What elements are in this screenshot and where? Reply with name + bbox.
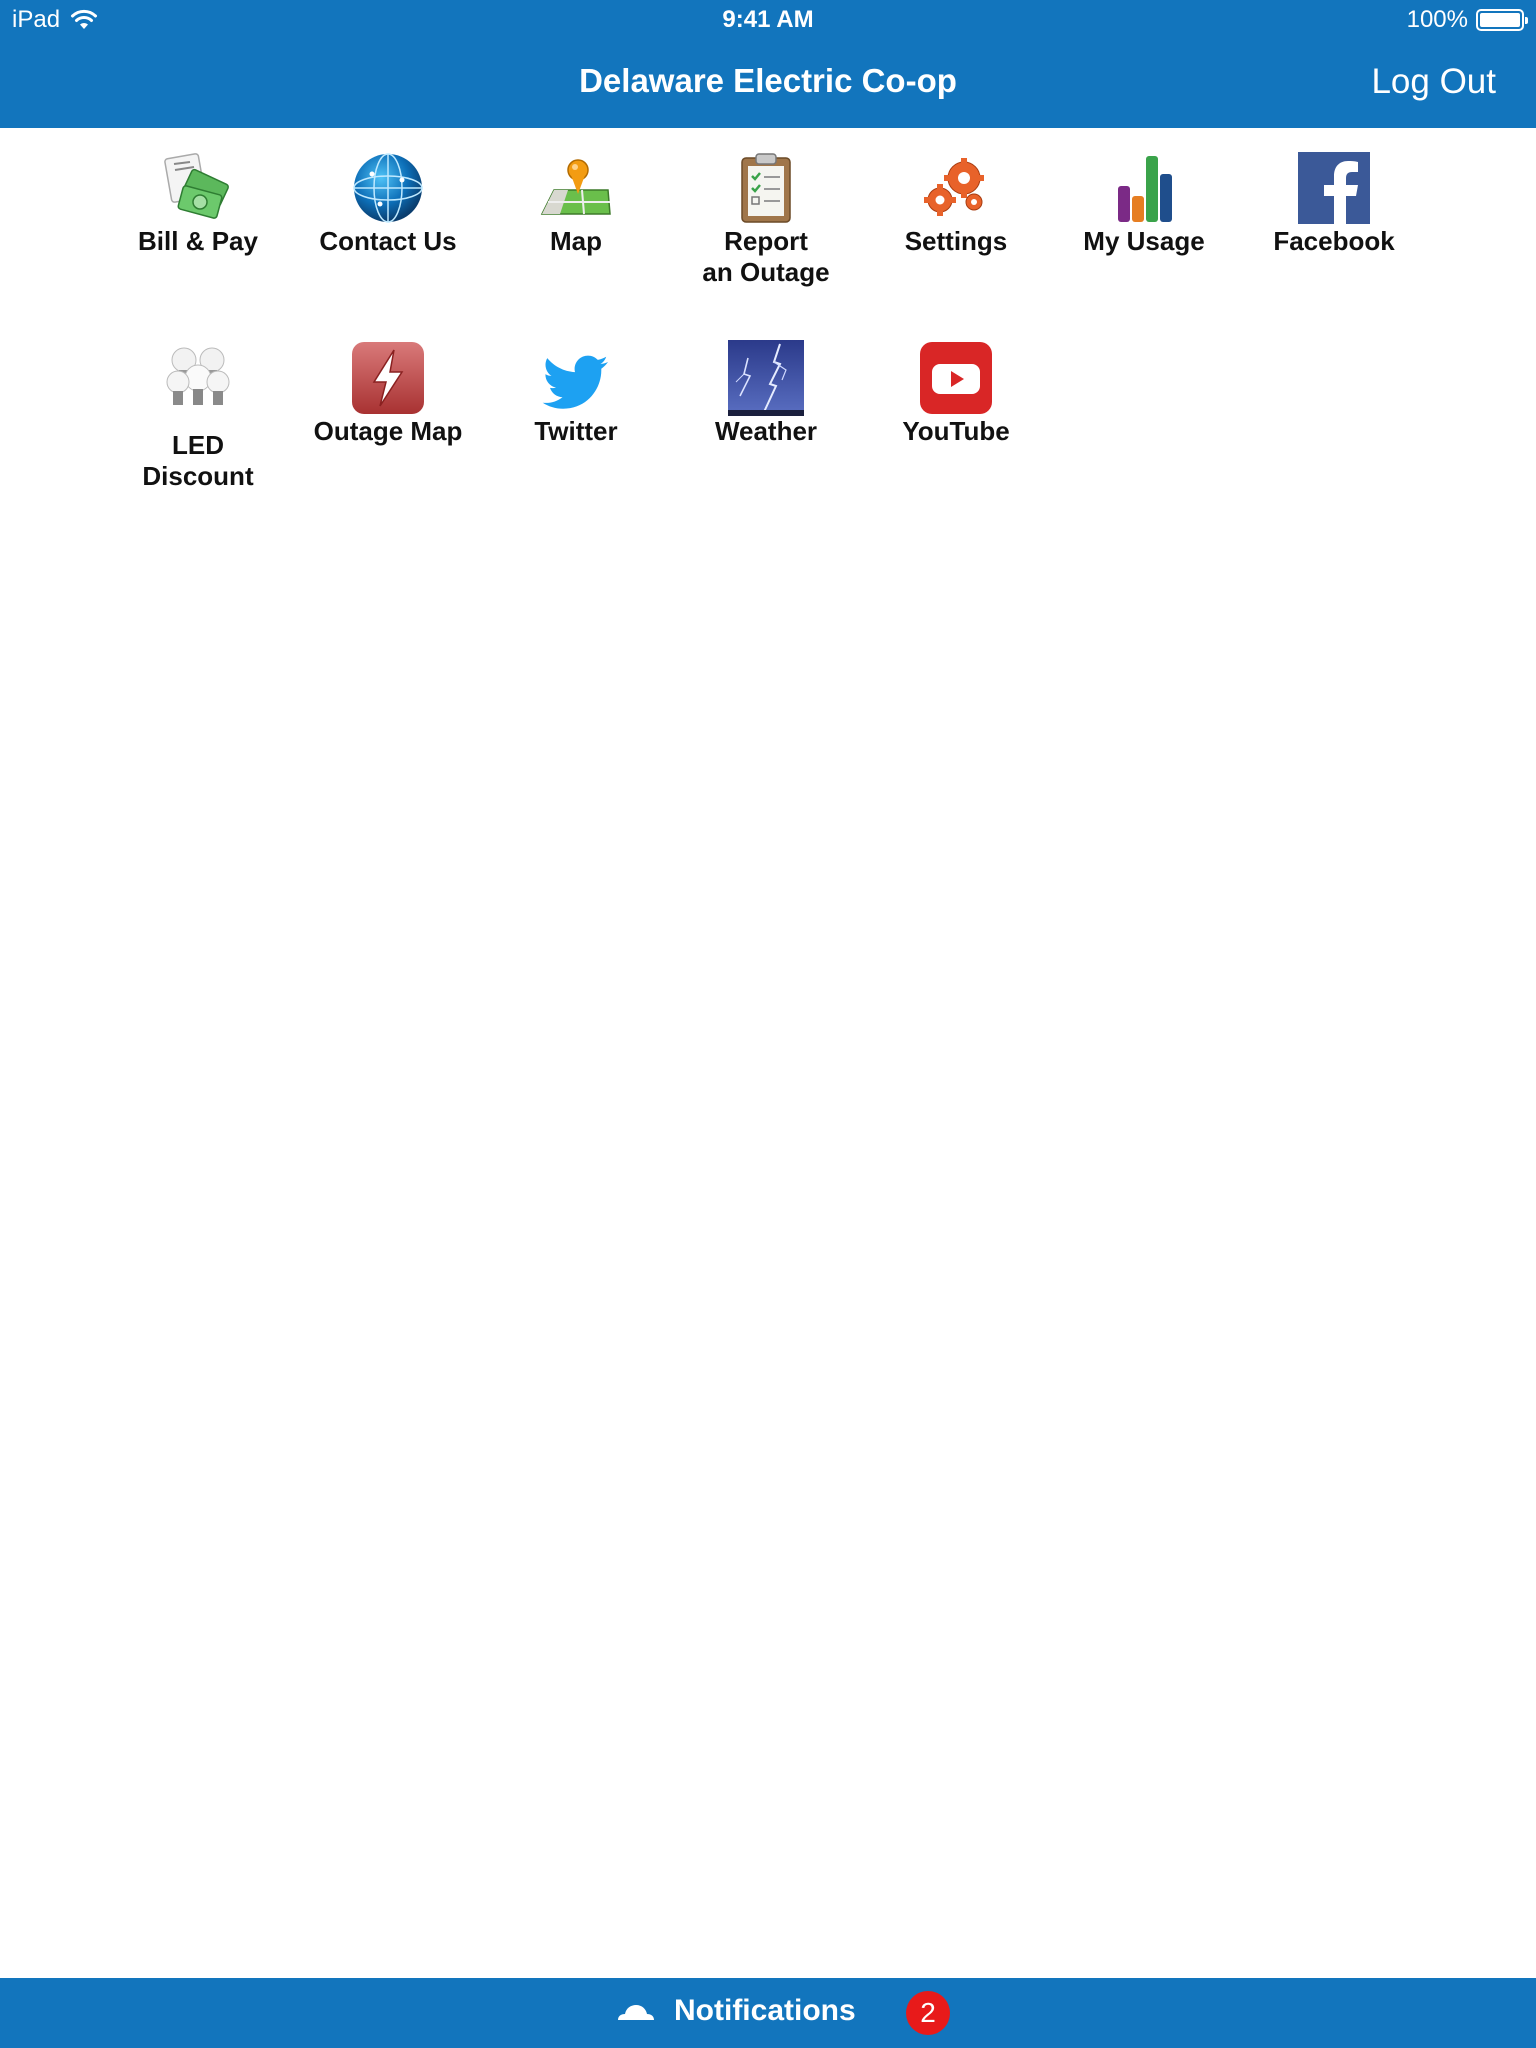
map-pin-icon xyxy=(540,159,611,215)
youtube-icon xyxy=(920,342,992,414)
outage-map-tile[interactable]: Outage Map xyxy=(298,340,478,447)
tile-label: Facebook xyxy=(1273,226,1395,256)
notifications-label: Notifications xyxy=(674,1994,856,2027)
tile-label: Contact Us xyxy=(319,226,457,256)
tile-label: Map xyxy=(550,226,602,256)
facebook-icon xyxy=(1298,152,1370,224)
status-left: iPad xyxy=(12,6,98,34)
twitter-bird-icon xyxy=(542,355,608,409)
globe-icon xyxy=(353,153,423,223)
notifications-badge: 2 xyxy=(906,1991,950,2035)
status-bar: iPad 9:41 AM 100% xyxy=(0,0,1536,40)
bill-pay-tile[interactable]: Bill & Pay xyxy=(108,150,288,257)
tile-label: Bill & Pay xyxy=(138,226,258,256)
bill-pay-icon xyxy=(164,153,229,219)
tile-label: Weather xyxy=(714,416,818,446)
tile-label: Report an Outage xyxy=(702,226,830,287)
battery-icon xyxy=(1476,9,1528,31)
storm-icon xyxy=(728,340,804,416)
notifications-bar[interactable]: Notifications 2 xyxy=(0,1978,1536,2048)
settings-tile[interactable]: Settings xyxy=(866,150,1046,257)
twitter-tile[interactable]: Twitter xyxy=(486,340,666,447)
tile-label: Outage Map xyxy=(313,416,463,446)
clipboard-icon xyxy=(741,153,791,223)
tile-label: LED Discount xyxy=(142,430,254,491)
device-label: iPad xyxy=(12,6,61,33)
tile-label: Settings xyxy=(904,226,1008,256)
cloud-icon xyxy=(618,2005,654,2020)
gears-icon xyxy=(924,158,984,216)
youtube-tile[interactable]: YouTube xyxy=(866,340,1046,447)
wifi-icon xyxy=(71,9,98,29)
my-usage-tile[interactable]: My Usage xyxy=(1054,150,1234,257)
battery-level xyxy=(1480,13,1520,27)
battery-percent: 100% xyxy=(1406,6,1468,33)
weather-tile[interactable]: Weather xyxy=(676,340,856,447)
led-discount-tile[interactable]: LED Discount xyxy=(108,340,288,492)
page-title: Delaware Electric Co-op xyxy=(579,62,957,99)
bar-chart-icon xyxy=(1118,156,1172,222)
map-tile[interactable]: Map xyxy=(486,150,666,257)
facebook-tile[interactable]: Facebook xyxy=(1244,150,1424,257)
tile-label: YouTube xyxy=(902,416,1010,446)
status-time: 9:41 AM xyxy=(722,6,814,33)
tile-label: Twitter xyxy=(534,416,618,446)
top-bar: iPad 9:41 AM 100% Delaware Electric Co-o… xyxy=(0,0,1536,128)
status-right: 100% xyxy=(1406,6,1528,34)
light-bulbs-icon xyxy=(166,347,230,405)
contact-us-tile[interactable]: Contact Us xyxy=(298,150,478,257)
report-outage-tile[interactable]: Report an Outage xyxy=(676,150,856,288)
logout-button[interactable]: Log Out xyxy=(1371,62,1496,102)
tile-label: My Usage xyxy=(1083,226,1205,256)
lightning-icon xyxy=(352,342,424,414)
